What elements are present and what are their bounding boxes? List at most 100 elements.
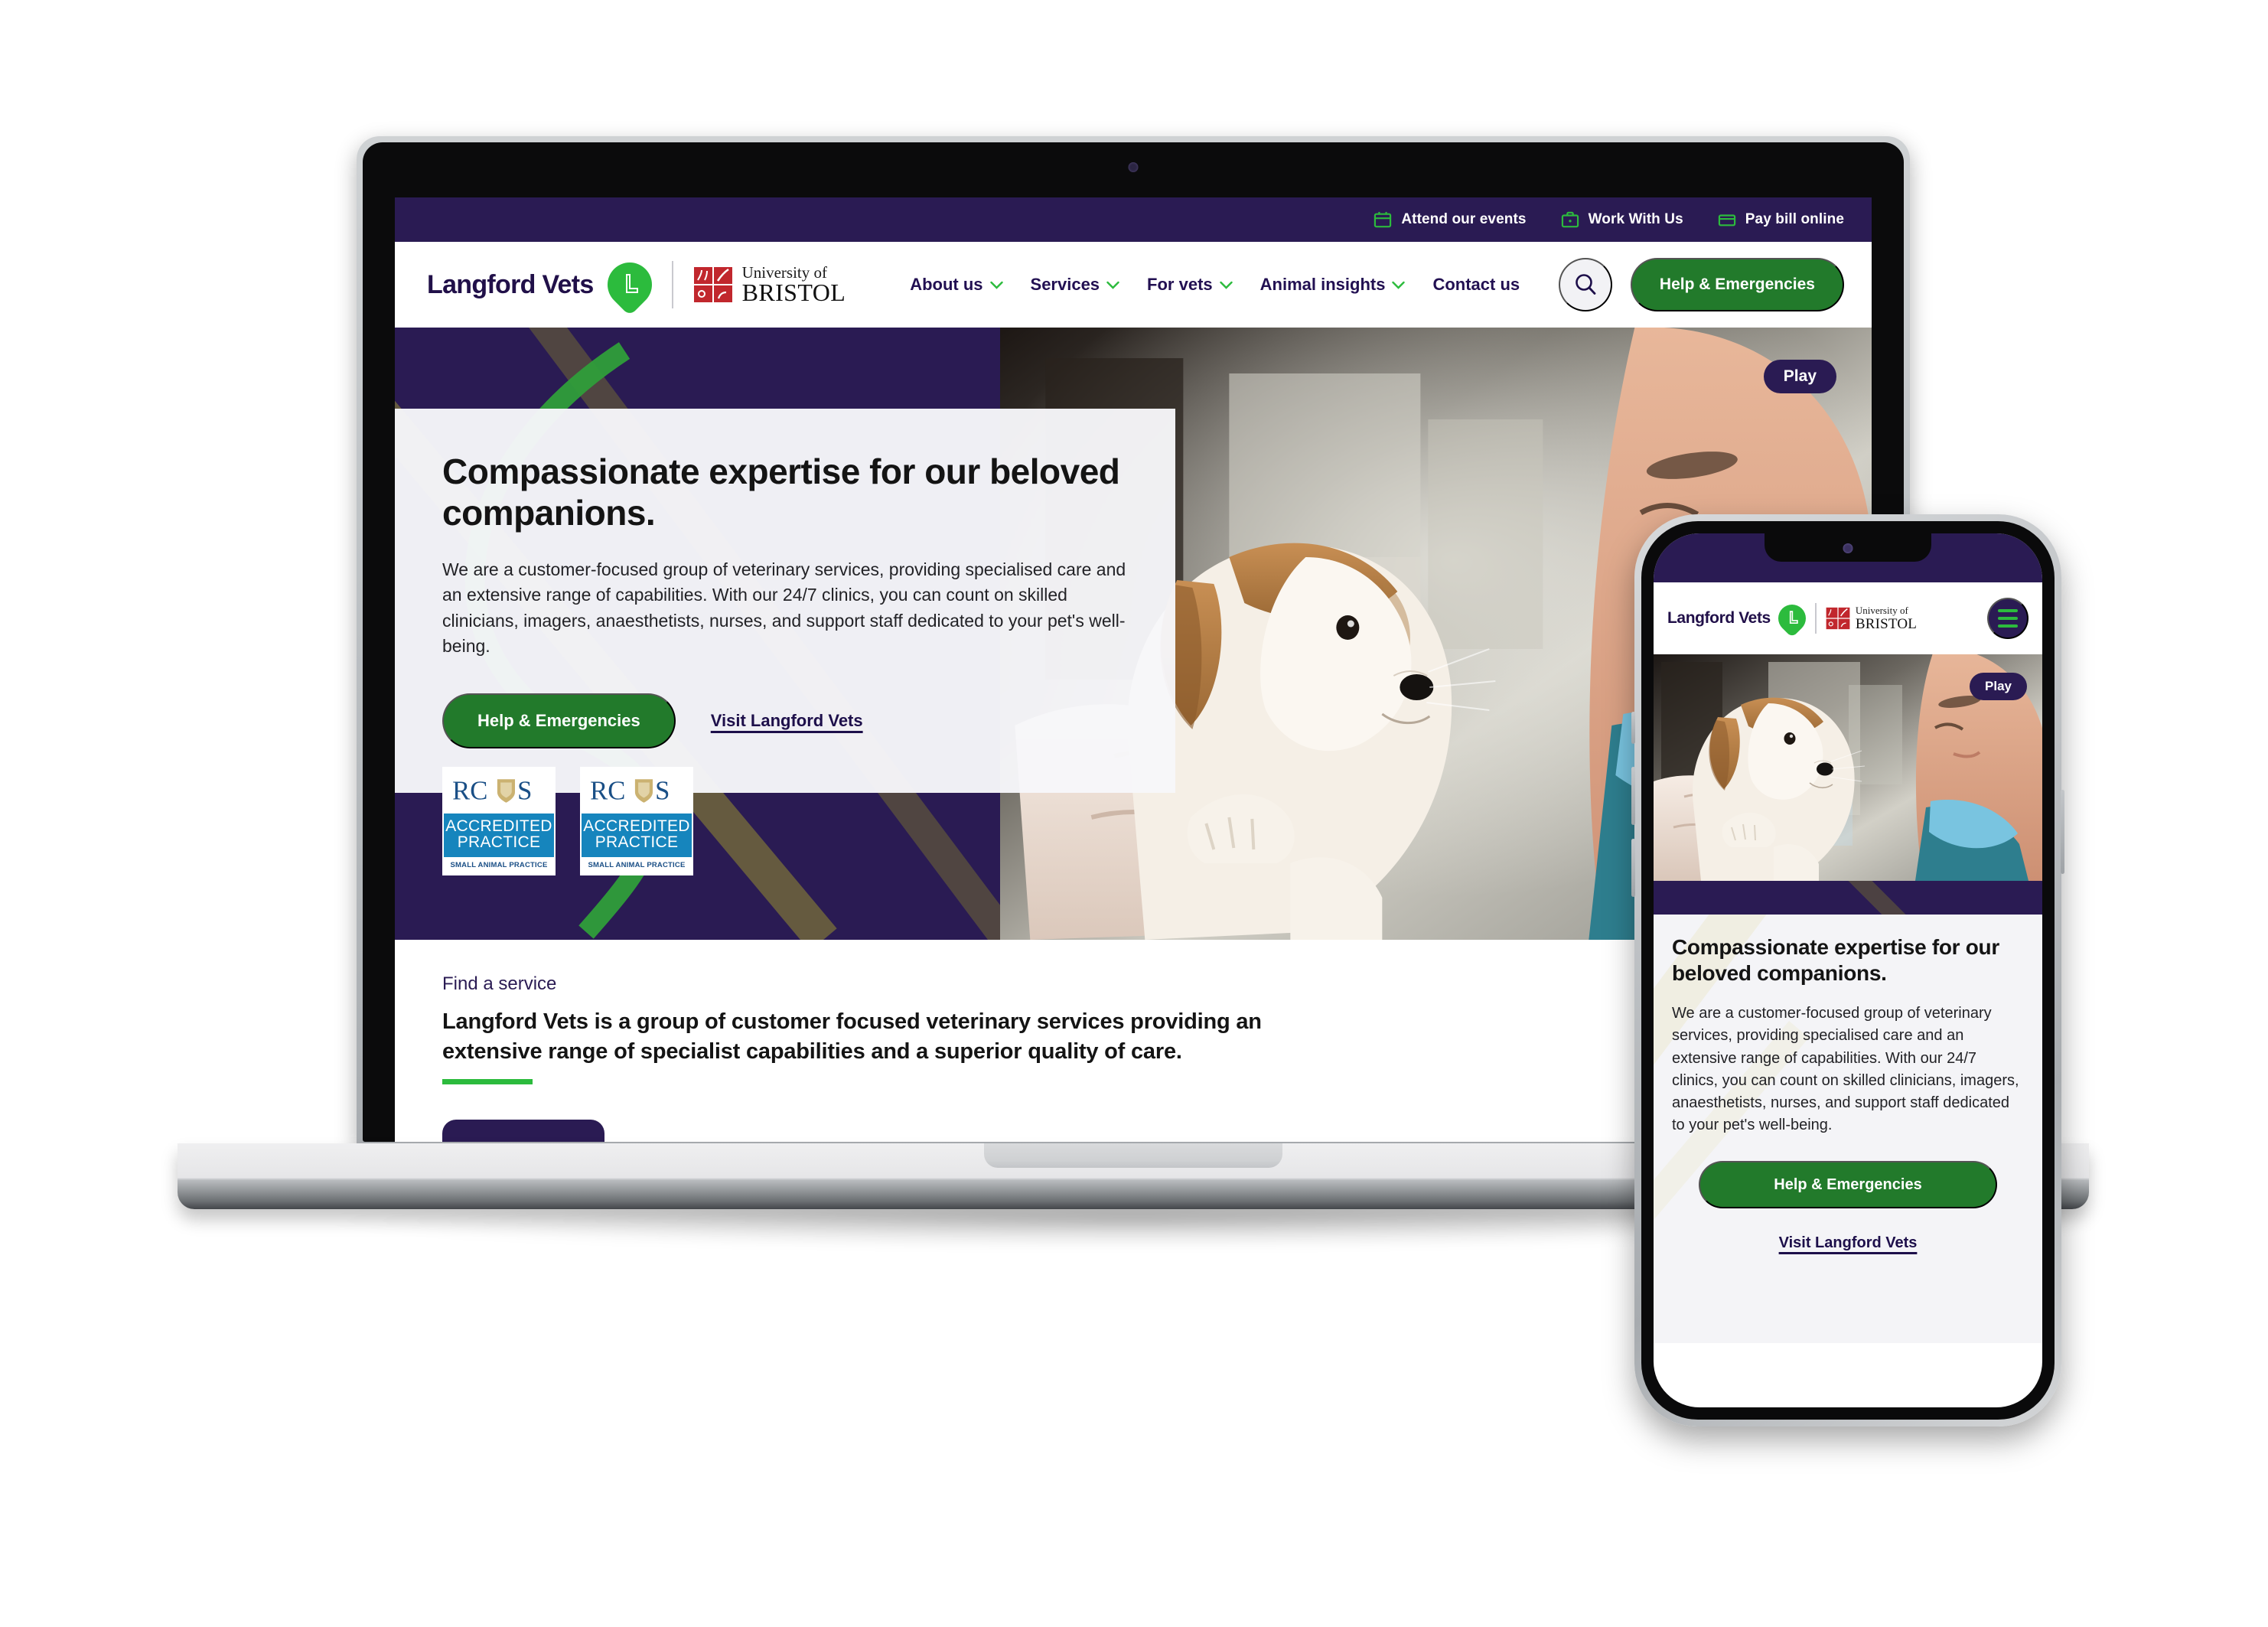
hamburger-menu-icon[interactable]: [1987, 598, 2028, 639]
section-underline-rule: [442, 1078, 533, 1084]
phone-screen: Langford Vets University of BRISTOL Play…: [1654, 533, 2042, 1407]
phone-hero-heading: Compassionate expertise for our beloved …: [1672, 935, 1999, 985]
phone-silent-switch[interactable]: [1631, 712, 1635, 744]
phone-mockup: Langford Vets University of BRISTOL Play…: [1631, 514, 2064, 1426]
nav-item-services[interactable]: Services: [1031, 275, 1120, 295]
utility-link-label: Attend our events: [1401, 211, 1527, 227]
nav-item-contact-us[interactable]: Contact us: [1432, 275, 1520, 295]
chevron-down-icon: [1219, 281, 1233, 289]
phone-front-camera-icon: [1843, 543, 1853, 553]
bristol-crest-icon: [693, 267, 732, 302]
hero-heading: Compassionate expertise for our beloved …: [442, 452, 1120, 533]
nav-item-for-vets[interactable]: For vets: [1147, 275, 1233, 295]
phone-university-line1: University of: [1855, 605, 1908, 617]
rcvs-badge-mark: RC S: [582, 768, 692, 814]
utility-link-events[interactable]: Attend our events: [1373, 211, 1526, 228]
svg-text:S: S: [517, 776, 532, 805]
phone-university-line2: BRISTOL: [1855, 615, 1918, 632]
brand-logo[interactable]: Langford Vets: [427, 253, 661, 317]
hero-body-text: We are a customer-focused group of veter…: [442, 559, 1126, 657]
nav-label: About us: [910, 275, 983, 294]
rcvs-badge-footer: SMALL ANIMAL PRACTICE: [444, 857, 554, 874]
nav-label: Services: [1030, 275, 1100, 294]
laptop-webcam-icon: [1128, 162, 1139, 172]
section-eyebrow: Find a service: [442, 973, 557, 994]
phone-site-header: Langford Vets University of BRISTOL: [1654, 582, 2042, 654]
chevron-down-icon: [1392, 281, 1406, 289]
langford-leaf-icon: [598, 253, 661, 317]
phone-strip-decoration: [1654, 881, 2042, 915]
rcvs-practice-line: PRACTICE: [595, 833, 679, 852]
below-fold-pill-peek[interactable]: [442, 1119, 604, 1142]
phone-hero-content: Compassionate expertise for our beloved …: [1654, 915, 2042, 1343]
utility-link-pay-bill[interactable]: Pay bill online: [1717, 211, 1844, 228]
calendar-icon: [1374, 211, 1392, 228]
site-header: Langford Vets University of BRISTOL Abou…: [395, 242, 1872, 328]
phone-cta-group: Help & Emergencies Visit Langford Vets: [1672, 1161, 2024, 1252]
rcvs-badge: RC S ACCREDITED PRACTICE SMALL ANIMAL PR…: [442, 766, 556, 875]
phone-play-button[interactable]: Play: [1970, 673, 2027, 700]
brand-name: Langford Vets: [427, 269, 594, 299]
hero-visit-langford-link[interactable]: Visit Langford Vets: [711, 711, 863, 731]
main-navigation: About us Services For vets Animal insigh…: [910, 275, 1520, 295]
hero-help-emergencies-button[interactable]: Help & Emergencies: [442, 693, 676, 748]
nav-label: For vets: [1147, 275, 1213, 294]
utility-bar: Attend our events Work With Us Pay bill …: [395, 197, 1872, 242]
credit-card-icon: [1718, 214, 1735, 227]
phone-volume-down-button[interactable]: [1631, 839, 1635, 897]
briefcase-icon: [1561, 211, 1579, 228]
burger-bar: [1998, 609, 2018, 612]
phone-volume-up-button[interactable]: [1631, 767, 1635, 825]
utility-link-label: Pay bill online: [1745, 211, 1844, 227]
section-heading: Langford Vets is a group of customer foc…: [442, 1009, 1262, 1064]
rcvs-badge: RC S ACCREDITED PRACTICE SMALL ANIMAL PR…: [580, 766, 693, 875]
rcvs-badge-status: ACCREDITED PRACTICE: [444, 813, 554, 857]
phone-hero-body: We are a customer-focused group of veter…: [1672, 1005, 2019, 1134]
screenshot-canvas: Attend our events Work With Us Pay bill …: [0, 0, 2268, 1627]
svg-text:S: S: [655, 776, 670, 805]
brand-divider: [671, 261, 673, 308]
utility-link-label: Work With Us: [1588, 211, 1683, 227]
accreditation-badges: RC S ACCREDITED PRACTICE SMALL ANIMAL PR…: [442, 766, 693, 875]
leaf-l-glyph: [625, 274, 638, 293]
phone-hero-purple-strip: [1654, 881, 2042, 915]
hero-cta-group: Help & Emergencies Visit Langford Vets: [442, 693, 1128, 748]
phone-brand-divider: [1814, 603, 1817, 634]
svg-text:RC: RC: [452, 776, 487, 805]
header-actions: Help & Emergencies: [1558, 258, 1844, 311]
utility-link-work-with-us[interactable]: Work With Us: [1560, 211, 1683, 228]
nav-item-animal-insights[interactable]: Animal insights: [1260, 275, 1406, 295]
phone-power-button[interactable]: [2061, 790, 2064, 874]
chevron-down-icon: [989, 281, 1003, 289]
nav-item-about-us[interactable]: About us: [910, 275, 1003, 295]
burger-bar: [1998, 624, 2018, 628]
phone-university-logo[interactable]: University of BRISTOL: [1826, 605, 1917, 631]
burger-bar: [1998, 617, 2018, 620]
laptop-trackpad-notch: [984, 1143, 1282, 1168]
help-and-emergencies-button[interactable]: Help & Emergencies: [1630, 258, 1844, 311]
rcvs-accredited-line: ACCREDITED: [583, 817, 690, 835]
rcvs-practice-line: PRACTICE: [457, 833, 541, 852]
bristol-crest-icon: [1826, 607, 1850, 630]
langford-leaf-icon: [1772, 598, 1812, 638]
hero-play-button[interactable]: Play: [1763, 360, 1836, 393]
chevron-down-icon: [1106, 281, 1119, 289]
phone-body: Langford Vets University of BRISTOL Play…: [1641, 521, 2055, 1420]
phone-brand-name: Langford Vets: [1667, 609, 1771, 627]
university-line2: BRISTOL: [741, 278, 846, 306]
phone-visit-langford-link[interactable]: Visit Langford Vets: [1672, 1234, 2024, 1252]
rcvs-accredited-line: ACCREDITED: [445, 817, 552, 835]
nav-label: Contact us: [1432, 275, 1520, 294]
rcvs-badge-status: ACCREDITED PRACTICE: [582, 813, 692, 857]
nav-label: Animal insights: [1259, 275, 1386, 294]
rcvs-badge-footer: SMALL ANIMAL PRACTICE: [582, 857, 692, 874]
search-button[interactable]: [1558, 258, 1612, 311]
search-icon: [1576, 274, 1596, 295]
hero-content-card: Compassionate expertise for our beloved …: [395, 409, 1175, 793]
phone-notch: [1765, 533, 1931, 562]
phone-help-emergencies-button[interactable]: Help & Emergencies: [1699, 1161, 1997, 1209]
rcvs-logo-icon: RC S: [452, 776, 532, 805]
phone-brand-logo[interactable]: Langford Vets: [1667, 598, 1812, 638]
university-of-bristol-logo[interactable]: University of BRISTOL: [693, 264, 846, 306]
phone-hero-photo-vet-with-puppy: Play: [1654, 654, 2042, 881]
